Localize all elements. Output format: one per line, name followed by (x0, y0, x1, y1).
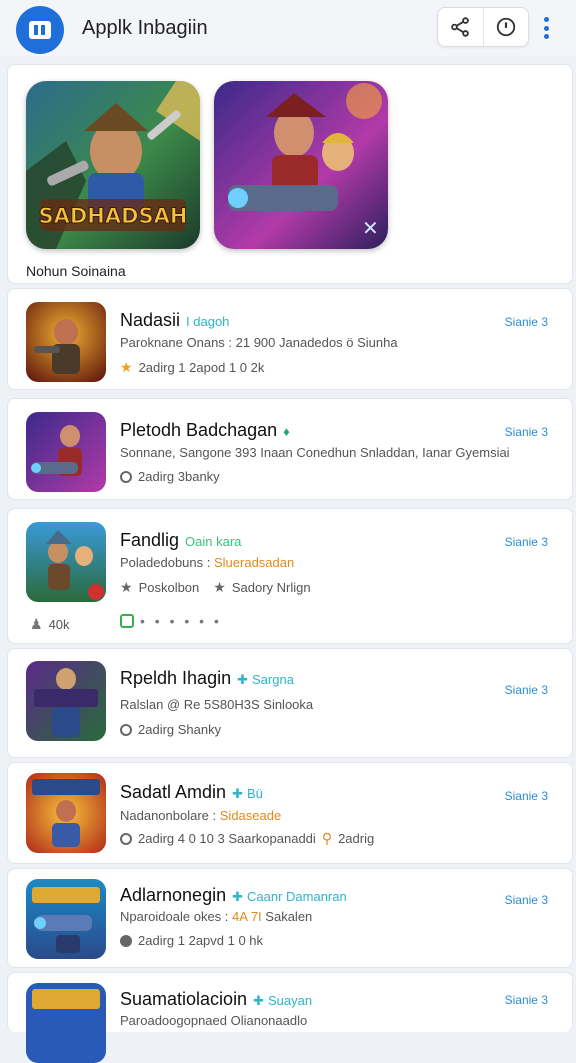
app-link[interactable]: Sianie 3 (505, 993, 548, 1007)
featured-tile-1-title: SADHADSAH (38, 204, 187, 228)
pin-icon: ⚲ (321, 830, 333, 846)
app-meta: ★ Poskolbon ★ Sadory Nrlign (120, 579, 311, 595)
star-icon: ★ (120, 359, 133, 375)
app-list-item[interactable]: Nadasii I dagoh Paroknane Onans : 21 900 … (7, 288, 573, 390)
featured-caption: Nohun Soinaina (26, 263, 126, 279)
ring-icon (120, 470, 132, 483)
app-link[interactable]: Sianie 3 (505, 683, 548, 697)
share-icon (451, 17, 470, 37)
app-icon (26, 522, 106, 602)
app-list-item[interactable]: Rpeldh Ihagin ✚ Sargna Ralslan @ Re 5S80H3… (7, 648, 573, 758)
app-link[interactable]: Sianie 3 (505, 535, 548, 549)
app-icon (26, 412, 106, 492)
app-icon (26, 661, 106, 741)
app-meta: 2adirg Shanky (120, 722, 221, 737)
app-title: Suamatiolacioin ✚ Suayan (120, 989, 313, 1009)
star-icon: ★ (120, 579, 133, 595)
app-title: Rpeldh Ihagin ✚ Sargna (120, 668, 294, 688)
app-subtitle: Ralslan @ Re 5S80H3S Sinlooka (120, 697, 314, 712)
info-button[interactable] (482, 8, 528, 46)
app-title: Sadatl Amdin ✚ Bü (120, 782, 263, 802)
app-subtitle: Nparoidoale okes : 4A 7I Sakalen (120, 909, 313, 924)
kebab-menu-icon[interactable] (534, 14, 558, 42)
ring-icon (120, 832, 132, 845)
app-subtitle: Nadanonbolare : Sidaseade (120, 808, 282, 823)
ring-icon (120, 723, 132, 736)
app-list-item[interactable]: Adlarnonegin ✚ Caanr Damanran Nparoidoale … (7, 868, 573, 968)
app-icon (26, 773, 106, 853)
app-list-item[interactable]: Pletodh Badchagan ♦ Sonnane, Sangone 393 … (7, 398, 573, 500)
app-header: Applk Inbagiin (0, 0, 576, 56)
app-subtitle: Paroknane Onans : 21 900 Janadedos ö Siu… (120, 335, 398, 350)
puzzle-icon: ✚ (237, 672, 248, 687)
app-meta: ★ 2adirg 1 2apod 1 0 2k (120, 359, 265, 375)
share-button[interactable] (438, 8, 483, 46)
app-meta: 2adirg 3banky (120, 469, 220, 484)
app-link[interactable]: Sianie 3 (505, 893, 548, 907)
app-title: Applk Inbagiin (82, 17, 208, 39)
app-list-item[interactable]: Sadatl Amdin ✚ Bü Nadanonbolare : Sidasead… (7, 762, 573, 864)
app-subtitle: Sonnane, Sangone 393 Inaan Conedhun Snla… (120, 445, 510, 460)
app-list-item[interactable]: Fandlig Oain kara Poladedobuns : Sluerads… (7, 508, 573, 644)
star-icon: ★ (213, 579, 226, 595)
app-meta: 2adirg 4 0 10 3 Saarkopanaddi ⚲ 2adrig (120, 830, 374, 847)
app-meta: 2adirg 1 2apvd 1 0 hk (120, 933, 263, 948)
app-subtitle: Poladedobuns : Slueradsadan (120, 555, 295, 570)
app-icon (26, 302, 106, 382)
app-title: Adlarnonegin ✚ Caanr Damanran (120, 885, 347, 905)
people-icon: ♟ (30, 616, 43, 632)
flame-icon: ♦ (283, 424, 290, 439)
app-icon (26, 879, 106, 959)
svg-text:✕: ✕ (362, 216, 379, 240)
app-link[interactable]: Sianie 3 (505, 425, 548, 439)
featured-game-tile-2[interactable]: ✕ (214, 81, 388, 249)
clock-info-icon (496, 17, 516, 37)
app-title: Fandlig Oain kara (120, 530, 242, 550)
app-title: Nadasii I dagoh (120, 310, 230, 330)
app-link[interactable]: Sianie 3 (505, 315, 548, 329)
app-list-item[interactable]: Suamatiolacioin ✚ Suayan Paroadoogopnaed O… (7, 972, 573, 1063)
app-title: Pletodh Badchagan ♦ (120, 420, 290, 440)
app-icon (26, 983, 106, 1063)
featured-game-tile-1[interactable]: SADHADSAH (26, 81, 200, 249)
app-logo-icon[interactable] (16, 6, 64, 54)
header-actions (437, 7, 529, 47)
featured-card: SADHADSAH ✕ Nohun Soinaina (7, 64, 573, 284)
puzzle-icon: ✚ (232, 786, 243, 801)
app-subtitle: Paroadoogopnaed Olianonaadlo (120, 1013, 308, 1028)
ring-icon (120, 934, 132, 947)
badge-icon (120, 614, 134, 628)
app-link[interactable]: Sianie 3 (505, 789, 548, 803)
puzzle-icon: ✚ (253, 993, 264, 1008)
puzzle-icon: ✚ (232, 889, 243, 904)
app-extra: ♟ 40k (30, 616, 70, 632)
app-extra-badges: • • • • • • (120, 613, 222, 629)
